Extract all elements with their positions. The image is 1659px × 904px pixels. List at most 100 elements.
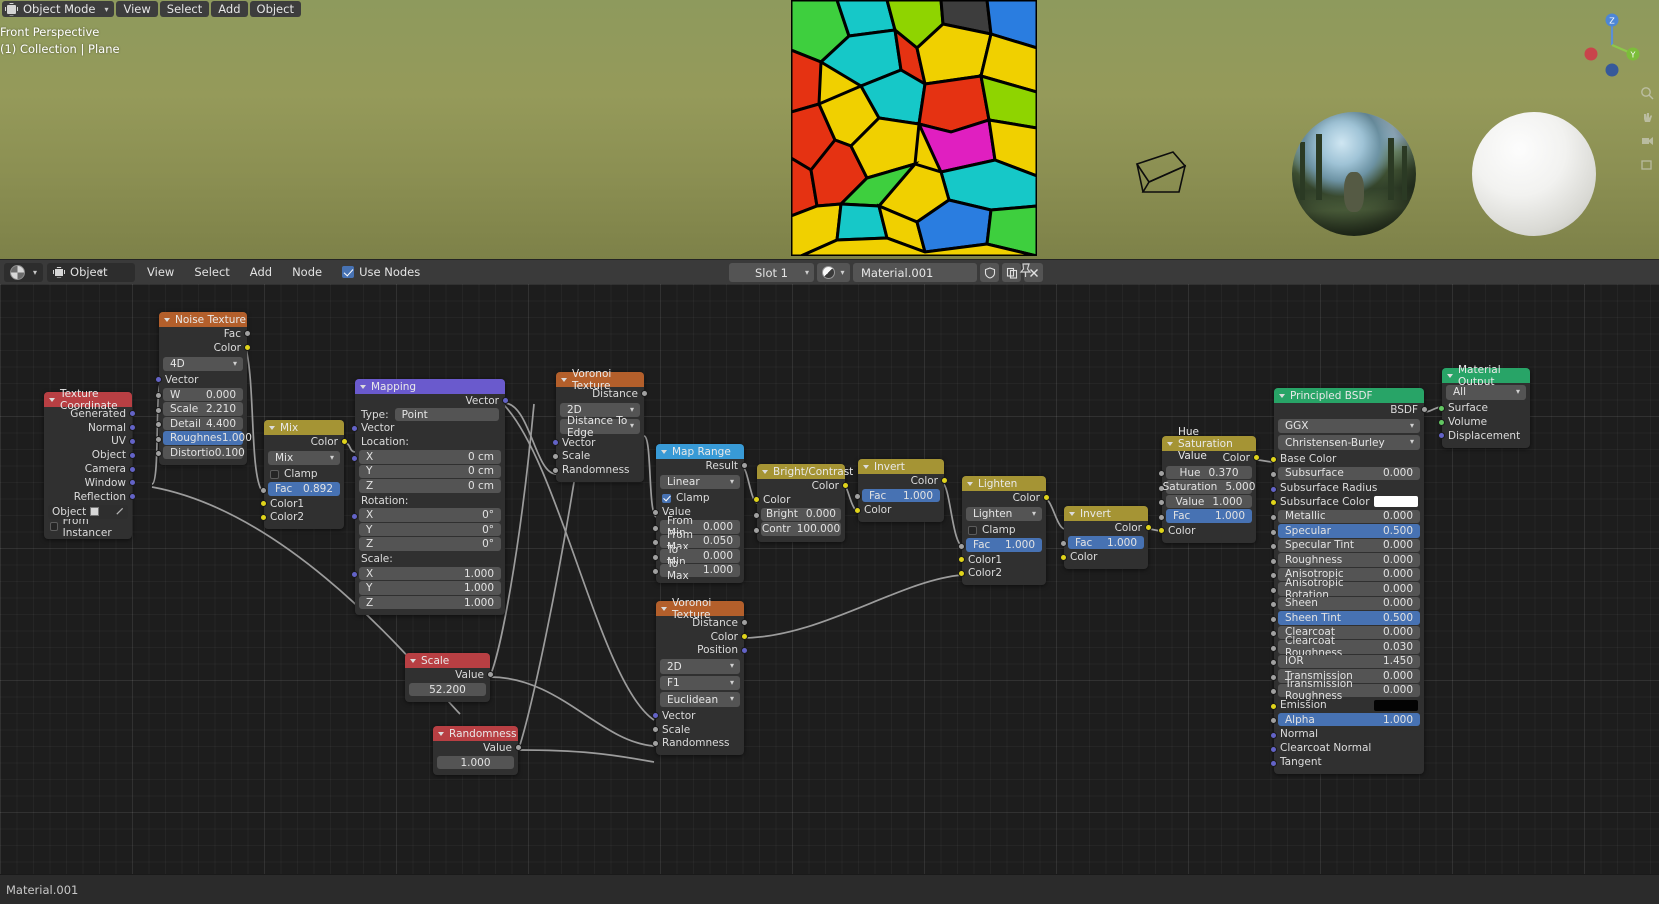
bsdf-value-field[interactable]: Alpha 1.000 [1278,712,1420,727]
node-bright-contrast[interactable]: Bright/Contrast Color Color Bright 0.000 … [753,464,853,542]
noise-distortion-field[interactable]: Distortio 0.100 [163,445,245,460]
socket-row[interactable]: Vector [552,436,644,450]
prop-row[interactable]: Hue 0.370 [1158,465,1256,480]
mapping-location-y[interactable]: Y 0 cm [359,464,501,479]
input-socket[interactable] [652,508,659,516]
socket-row[interactable]: Scale [552,450,644,464]
prop-row[interactable]: Roughnes 1.000 [155,431,252,445]
input-socket[interactable] [652,726,659,734]
node-invert-right[interactable]: Invert Color Fac 1.000 Color [1060,506,1152,570]
object-mode-dropdown[interactable]: Object Mode ▾ [2,1,115,17]
input-socket[interactable] [1270,673,1277,681]
input-socket[interactable] [1060,540,1067,548]
input-socket[interactable] [958,556,965,564]
noise-scale-field[interactable]: Scale 2.210 [163,402,243,416]
prop-row[interactable]: W 0.000 [155,387,247,402]
node-header[interactable]: Noise Texture [159,312,247,327]
input-socket[interactable] [753,526,760,534]
prop-row[interactable]: X 1.000 [351,566,505,581]
bsdf-value-field[interactable]: IOR 1.450 [1278,654,1420,669]
socket-row[interactable]: Color [656,630,748,644]
bsdf-value-field[interactable]: Sheen Tint 0.500 [1278,611,1420,625]
fake-user-button[interactable] [980,263,999,282]
collapse-triangle-icon[interactable] [1447,373,1453,378]
input-socket[interactable] [1438,418,1445,426]
node-randomness-value[interactable]: Randomness Value 1.000 [433,726,522,776]
bsdf-input-row[interactable]: Base Color [1270,452,1424,466]
input-socket[interactable] [652,712,659,720]
bsdf-distribution-dropdown[interactable]: GGX ▾ [1278,418,1420,434]
input-socket[interactable] [652,739,659,747]
socket-row[interactable]: Color [159,341,251,355]
socket-row[interactable]: Normal [44,421,136,435]
mapping-scale-x[interactable]: X 1.000 [359,566,501,581]
node-mapping[interactable]: Mapping Vector Type: Point Vector Locati… [351,379,509,616]
input-socket[interactable] [155,435,162,443]
node-header[interactable]: Lighten [962,476,1046,491]
node-scale-value[interactable]: Scale Value 52.200 [405,653,494,703]
prop-row[interactable]: Fac 0.892 [260,482,344,496]
node-header[interactable]: Bright/Contrast [757,464,853,479]
invert-right-fac-field[interactable]: Fac 1.000 [1068,535,1144,550]
socket-row[interactable]: Color [757,479,849,493]
prop-row[interactable]: Fac 1.000 [958,538,1046,552]
bsdf-input-row[interactable]: Subsurface 0.000 [1270,466,1424,481]
mapping-location-x[interactable]: X 0 cm [359,450,501,464]
map-range-clamp-checkbox[interactable]: Clamp [656,491,744,505]
node-menu-view[interactable]: View [139,265,182,279]
node-header[interactable]: Invert [858,459,944,474]
viewport-nav-tools[interactable] [1640,86,1656,182]
input-socket[interactable] [1270,528,1277,536]
input-socket[interactable] [1270,543,1277,551]
node-editor-canvas[interactable]: Texture Coordinate Generated Normal UV O… [0,284,1659,874]
bsdf-input-row[interactable]: Transmission Roughness 0.000 [1270,678,1424,702]
prop-row[interactable]: Value 1.000 [1158,494,1256,509]
bsdf-input-row[interactable]: Tangent [1270,755,1424,769]
bsdf-value-field[interactable]: Specular Tint 0.000 [1278,538,1420,553]
node-header[interactable]: Randomness [433,726,518,741]
socket-row[interactable]: Volume [1438,415,1530,429]
input-socket[interactable] [260,486,267,494]
node-header[interactable]: Invert [1064,506,1148,521]
input-socket[interactable] [753,512,760,520]
mix-blend-mode-dropdown[interactable]: Mix ▾ [268,450,340,466]
mapping-scale-z[interactable]: Z 1.000 [359,595,501,610]
hsv-fac-field[interactable]: Fac 1.000 [1166,509,1252,523]
lighten-blend-mode-dropdown[interactable]: Lighten ▾ [966,506,1042,522]
ortho-persp-icon[interactable] [1640,158,1654,172]
bsdf-input-row[interactable]: Specular Tint 0.000 [1270,538,1424,553]
bsdf-input-row[interactable]: Clearcoat Normal [1270,741,1424,755]
socket-row[interactable]: Scale [652,723,744,737]
node-header[interactable]: Voronoi Texture [556,368,644,392]
input-socket[interactable] [155,450,162,458]
input-socket[interactable] [1270,688,1277,696]
output-socket[interactable] [129,437,136,445]
bsdf-input-row[interactable]: Subsurface Radius [1270,481,1424,495]
socket-row[interactable]: Color [858,474,948,488]
socket-row[interactable]: Value [405,668,494,682]
socket-row[interactable]: Vector [155,373,247,387]
socket-row[interactable]: Color [753,493,845,507]
socket-row[interactable]: Camera [44,462,136,476]
input-socket[interactable] [155,406,162,414]
node-menu-add[interactable]: Add [242,265,280,279]
input-socket[interactable] [351,512,358,520]
prop-row[interactable]: Fac 1.000 [1060,535,1148,550]
collapse-triangle-icon[interactable] [967,481,973,486]
input-socket[interactable] [854,493,861,501]
input-socket[interactable] [1270,557,1277,565]
object-picker-field[interactable]: Object [48,504,128,519]
collapse-triangle-icon[interactable] [269,425,275,430]
viewport-menu-select[interactable]: Select [159,1,210,17]
socket-row[interactable]: Distance [556,387,648,401]
node-header[interactable]: Material Output [1442,364,1530,388]
bsdf-value-field[interactable]: Clearcoat Roughness 0.030 [1278,635,1420,659]
socket-row[interactable]: Color [1064,521,1152,535]
bsdf-input-row[interactable]: Alpha 1.000 [1270,712,1424,727]
output-socket[interactable] [129,465,136,473]
node-voronoi-texture-bottom[interactable]: Voronoi Texture Distance Color Position … [652,597,748,756]
prop-row[interactable]: Scale 2.210 [155,402,247,416]
socket-row[interactable]: Color [962,491,1050,505]
viewport-menu-object[interactable]: Object [249,1,301,17]
zoom-icon[interactable] [1640,86,1654,100]
